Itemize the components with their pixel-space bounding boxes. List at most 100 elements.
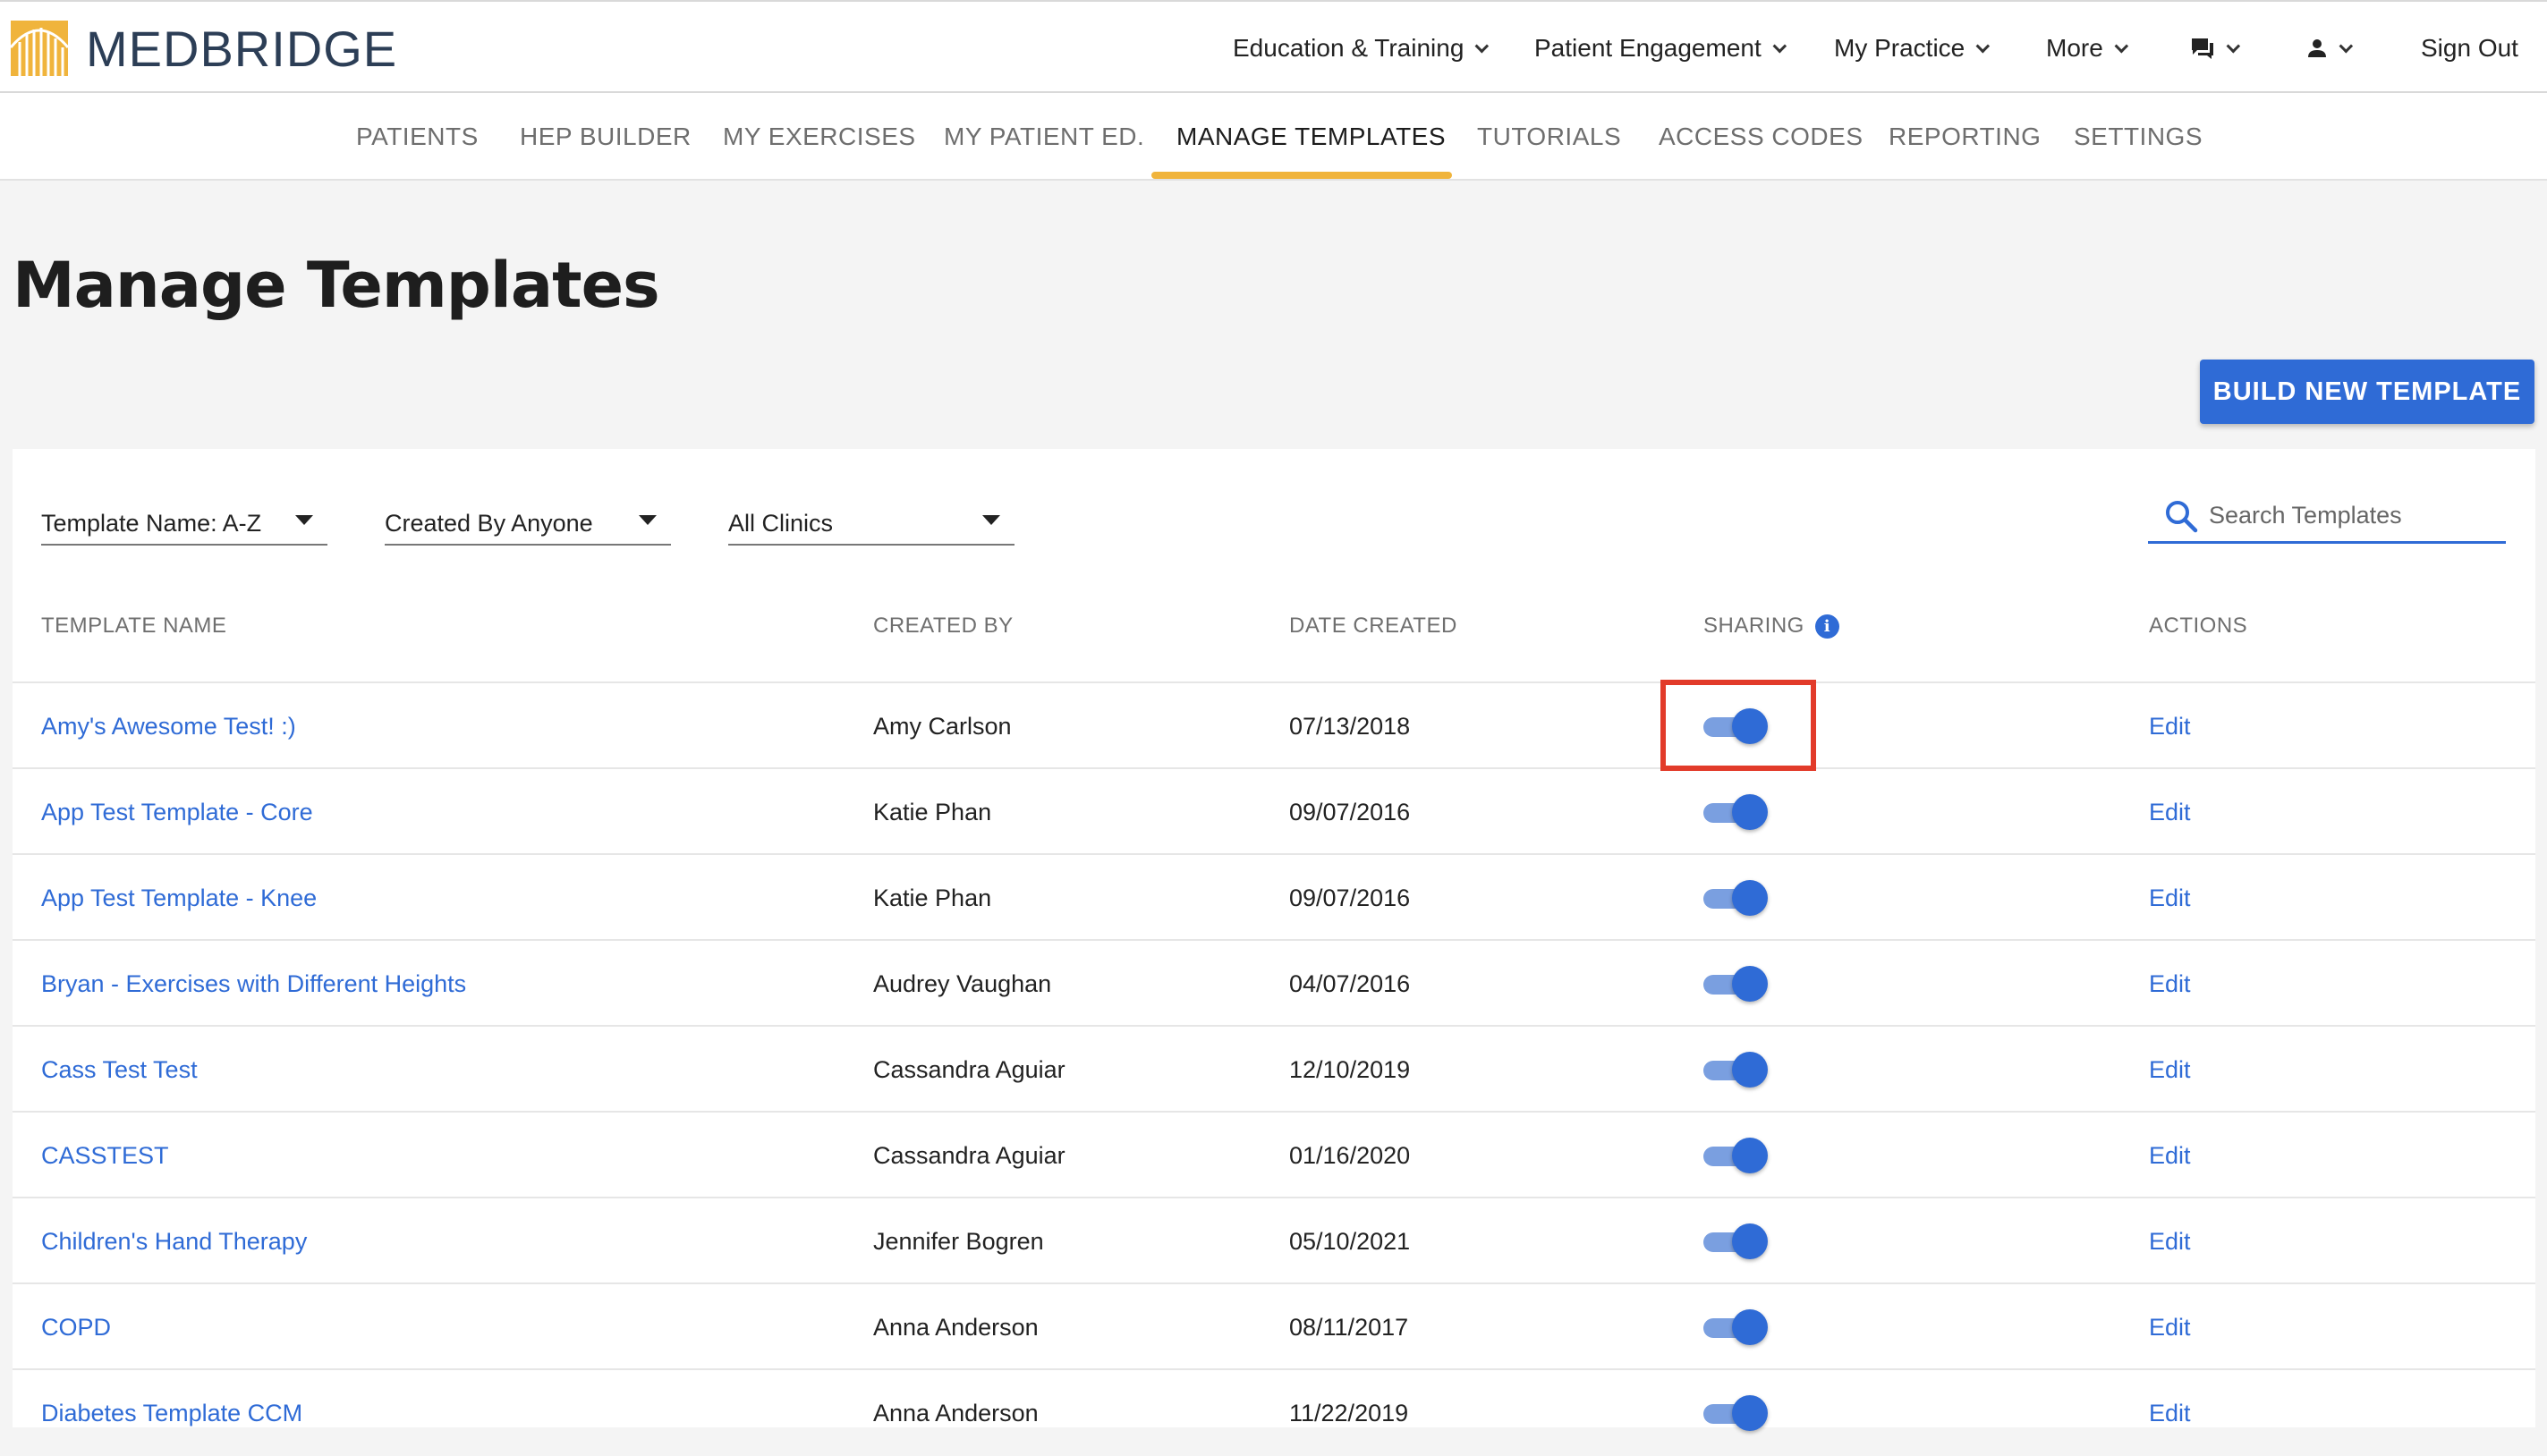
date-created-cell: 08/11/2017 <box>1289 1313 1409 1341</box>
table-row: CASSTEST Cassandra Aguiar 01/16/2020 Edi… <box>13 1111 2535 1197</box>
created-by-cell: Anna Anderson <box>873 1313 1039 1341</box>
sharing-toggle[interactable] <box>1703 880 1768 916</box>
messages-menu[interactable] <box>2190 2 2241 95</box>
search-icon <box>2166 501 2198 533</box>
created-by-cell: Cassandra Aguiar <box>873 1141 1065 1169</box>
template-name-link[interactable]: Diabetes Template CCM <box>41 1370 302 1456</box>
template-name-link[interactable]: Amy's Awesome Test! :) <box>41 683 296 769</box>
nav-more-label: More <box>2046 34 2103 62</box>
created-by-cell: Cassandra Aguiar <box>873 1055 1065 1083</box>
tab-manage-templates[interactable]: MANAGE TEMPLATES <box>1176 93 1446 181</box>
table-row: App Test Template - Knee Katie Phan 09/0… <box>13 853 2535 939</box>
tab-patients[interactable]: PATIENTS <box>356 93 479 181</box>
sign-out-link[interactable]: Sign Out <box>2421 2 2518 95</box>
nav-my-practice[interactable]: My Practice <box>1834 2 1991 95</box>
created-by-select[interactable]: Created By Anyone <box>385 503 671 546</box>
tab-my-patient-ed[interactable]: MY PATIENT ED. <box>944 93 1144 181</box>
sharing-toggle[interactable] <box>1703 966 1768 1002</box>
template-name-link[interactable]: App Test Template - Core <box>41 769 313 855</box>
nav-education-training-label: Education & Training <box>1233 34 1465 62</box>
template-name-link[interactable]: CASSTEST <box>41 1113 169 1198</box>
column-header-created-by[interactable]: CREATED BY <box>873 614 1014 639</box>
caret-down-icon <box>639 515 657 525</box>
edit-link[interactable]: Edit <box>2149 1027 2191 1113</box>
search-input[interactable] <box>2209 497 2495 533</box>
search-field <box>2148 488 2506 544</box>
info-icon[interactable]: i <box>1814 614 1839 639</box>
sharing-toggle[interactable] <box>1703 1223 1768 1259</box>
template-name-link[interactable]: Children's Hand Therapy <box>41 1198 307 1284</box>
sharing-toggle[interactable] <box>1703 1309 1768 1345</box>
created-by-cell: Anna Anderson <box>873 1399 1039 1426</box>
medbridge-logo-icon <box>11 21 68 76</box>
caret-down-icon <box>982 515 1000 525</box>
chevron-down-icon <box>2114 38 2128 53</box>
edit-link[interactable]: Edit <box>2149 1284 2191 1370</box>
edit-link[interactable]: Edit <box>2149 769 2191 855</box>
template-name-link[interactable]: Cass Test Test <box>41 1027 198 1113</box>
toggle-knob <box>1732 1395 1768 1431</box>
edit-link[interactable]: Edit <box>2149 941 2191 1027</box>
date-created-cell: 07/13/2018 <box>1289 712 1411 740</box>
sharing-toggle[interactable] <box>1703 708 1768 744</box>
tab-my-exercises[interactable]: MY EXERCISES <box>723 93 916 181</box>
edit-link[interactable]: Edit <box>2149 1198 2191 1284</box>
nav-patient-engagement-label: Patient Engagement <box>1534 34 1762 62</box>
chat-bubble-icon <box>2192 38 2213 59</box>
toggle-knob <box>1732 966 1768 1002</box>
sign-out-label: Sign Out <box>2421 34 2518 62</box>
edit-link[interactable]: Edit <box>2149 855 2191 941</box>
chevron-down-icon <box>1772 38 1787 53</box>
created-by-cell: Amy Carlson <box>873 712 1012 740</box>
column-header-sharing-label: SHARING <box>1703 614 1804 638</box>
tab-hep-builder[interactable]: HEP BUILDER <box>520 93 692 181</box>
edit-link[interactable]: Edit <box>2149 1113 2191 1198</box>
chevron-down-icon <box>1474 38 1490 53</box>
chevron-down-icon <box>1975 38 1991 53</box>
tab-access-codes[interactable]: ACCESS CODES <box>1659 93 1864 181</box>
templates-panel: Template Name: A-Z Created By Anyone All… <box>13 449 2535 1431</box>
sharing-toggle[interactable] <box>1703 1052 1768 1088</box>
secondary-nav: PATIENTS HEP BUILDER MY EXERCISES MY PAT… <box>0 93 2547 181</box>
table-row: Amy's Awesome Test! :) Amy Carlson 07/13… <box>13 681 2535 767</box>
date-created-cell: 11/22/2019 <box>1289 1399 1409 1426</box>
templates-table: Amy's Awesome Test! :) Amy Carlson 07/13… <box>13 681 2535 1454</box>
medbridge-logo[interactable]: MEDBRIDGE <box>11 20 397 77</box>
nav-more[interactable]: More <box>2046 2 2128 95</box>
sort-select[interactable]: Template Name: A-Z <box>41 503 327 546</box>
tab-settings[interactable]: SETTINGS <box>2074 93 2203 181</box>
template-name-link[interactable]: COPD <box>41 1284 111 1370</box>
column-header-template-name[interactable]: TEMPLATE NAME <box>41 614 226 639</box>
table-row: COPD Anna Anderson 08/11/2017 Edit <box>13 1282 2535 1368</box>
template-name-link[interactable]: Bryan - Exercises with Different Heights <box>41 941 466 1027</box>
date-created-cell: 05/10/2021 <box>1289 1227 1411 1255</box>
person-icon <box>2308 39 2326 57</box>
chevron-down-icon <box>2226 38 2241 53</box>
created-by-select-value: Created By Anyone <box>385 509 593 537</box>
edit-link[interactable]: Edit <box>2149 1370 2191 1456</box>
table-row: Cass Test Test Cassandra Aguiar 12/10/20… <box>13 1025 2535 1111</box>
column-header-date-created[interactable]: DATE CREATED <box>1289 614 1457 639</box>
toggle-knob <box>1732 1052 1768 1088</box>
top-header: MEDBRIDGE Education & Training Patient E… <box>0 0 2547 93</box>
sharing-toggle[interactable] <box>1703 1395 1768 1431</box>
toggle-knob <box>1732 880 1768 916</box>
nav-education-training[interactable]: Education & Training <box>1233 2 1490 95</box>
column-header-sharing: SHARING i <box>1703 614 1839 639</box>
toggle-knob <box>1732 708 1768 744</box>
clinics-select[interactable]: All Clinics <box>728 503 1015 546</box>
table-row: App Test Template - Core Katie Phan 09/0… <box>13 767 2535 853</box>
account-menu[interactable] <box>2306 2 2354 95</box>
created-by-cell: Jennifer Bogren <box>873 1227 1044 1255</box>
sharing-toggle[interactable] <box>1703 1138 1768 1173</box>
tab-reporting[interactable]: REPORTING <box>1889 93 2041 181</box>
tab-tutorials[interactable]: TUTORIALS <box>1477 93 1621 181</box>
edit-link[interactable]: Edit <box>2149 683 2191 769</box>
toggle-knob <box>1732 1223 1768 1259</box>
sharing-toggle[interactable] <box>1703 794 1768 830</box>
template-name-link[interactable]: App Test Template - Knee <box>41 855 317 941</box>
created-by-cell: Katie Phan <box>873 798 992 825</box>
build-new-template-button[interactable]: BUILD NEW TEMPLATE <box>2200 360 2534 424</box>
nav-patient-engagement[interactable]: Patient Engagement <box>1534 2 1787 95</box>
table-row: Children's Hand Therapy Jennifer Bogren … <box>13 1197 2535 1282</box>
